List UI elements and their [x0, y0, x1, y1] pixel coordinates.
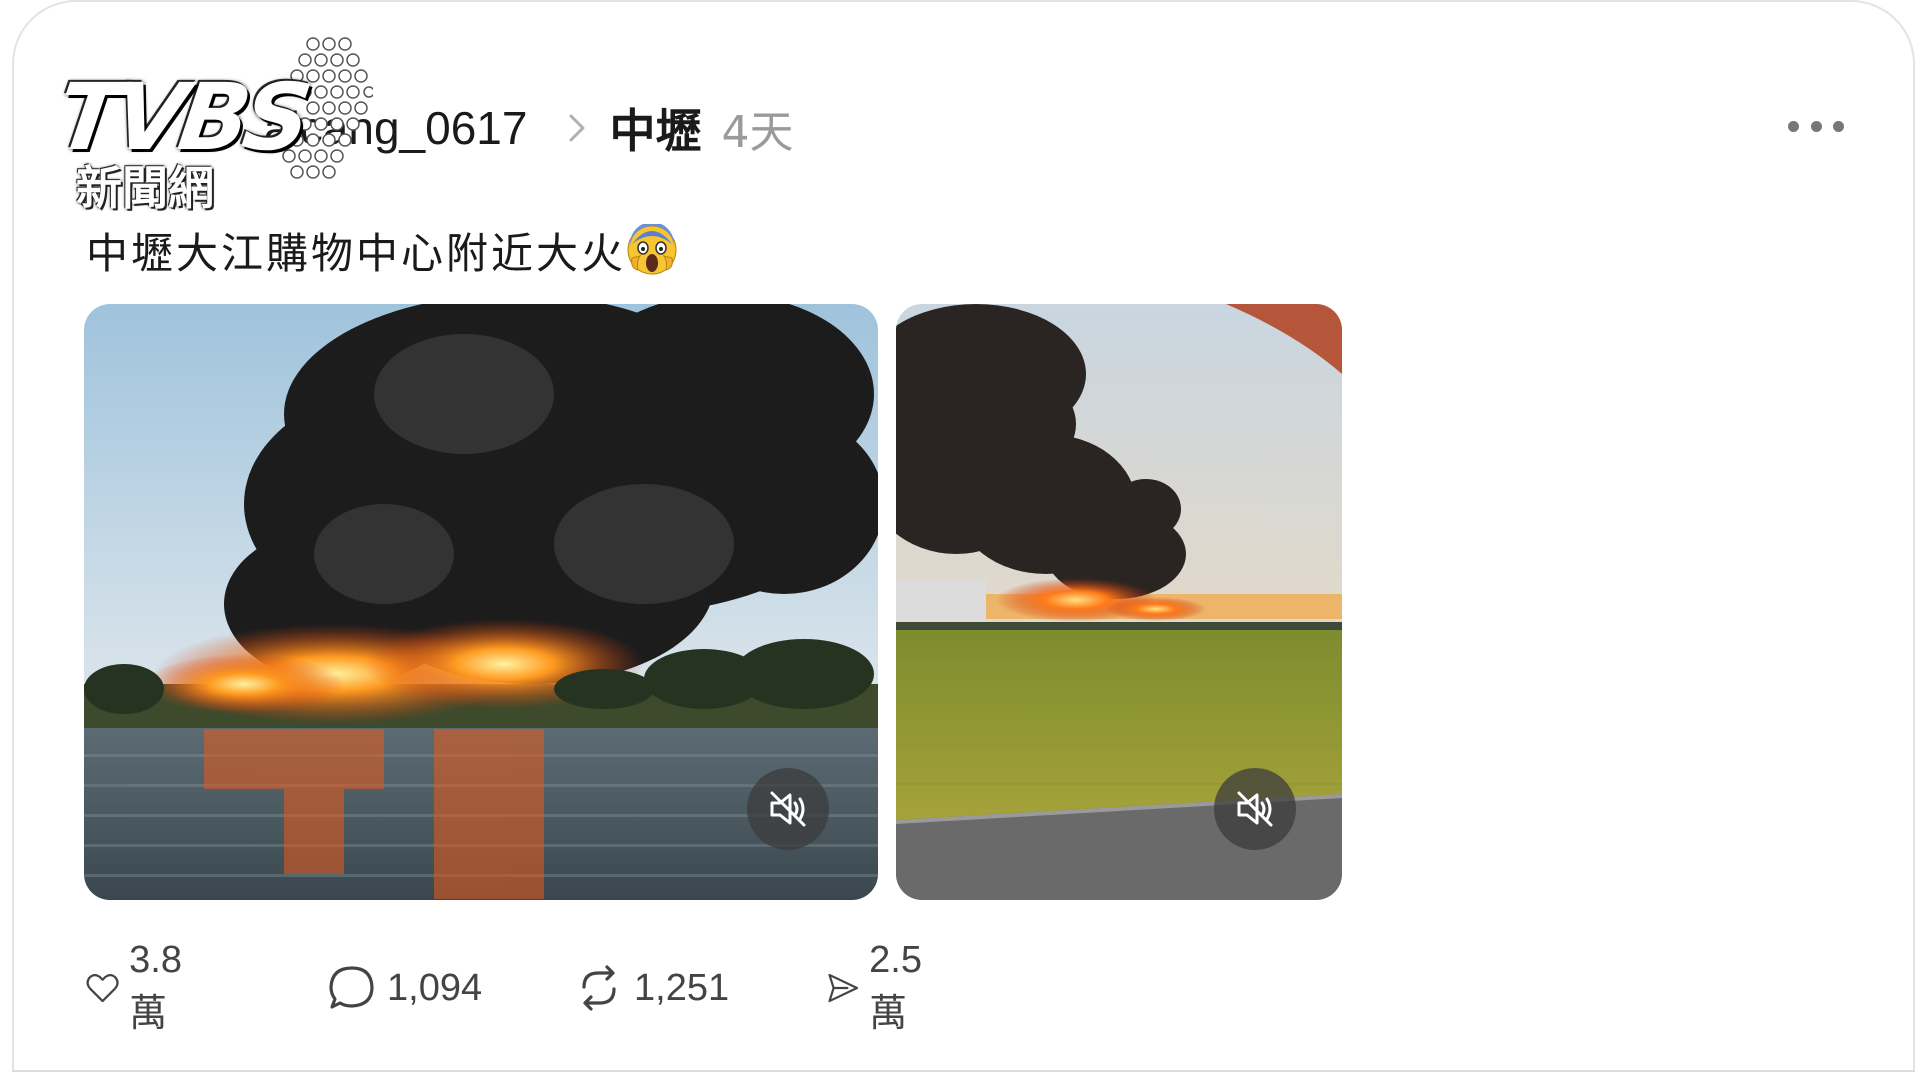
heart-icon	[86, 974, 119, 1003]
divider	[12, 1070, 1915, 1072]
location-tag[interactable]: 中壢	[609, 95, 701, 161]
speaker-muted-icon	[770, 791, 806, 827]
video-thumbnail-2[interactable]	[896, 304, 1342, 900]
video-thumbnail-1[interactable]	[84, 304, 878, 900]
repost-icon	[582, 965, 616, 1011]
share-count: 2.5 萬	[869, 939, 922, 1035]
mute-toggle-button[interactable]	[747, 768, 829, 850]
comment-bubble-icon	[329, 966, 374, 1009]
dot	[1788, 120, 1799, 132]
share-button[interactable]: 2.5 萬	[824, 939, 939, 1035]
post-time: 4天	[721, 107, 794, 158]
repost-button[interactable]: 1,251	[572, 958, 729, 1018]
more-options-button[interactable]	[1788, 116, 1844, 136]
like-count: 3.8 萬	[129, 939, 182, 1035]
scream-emoji-icon	[627, 224, 677, 275]
reply-count: 1,094	[387, 966, 483, 1009]
post-text: 中壢大江購物中心附近大火	[86, 220, 678, 281]
watermark-subtitle: 新聞網	[76, 161, 214, 215]
tvbs-watermark: TVBS 新聞網	[50, 34, 378, 215]
chevron-right-icon	[569, 114, 585, 142]
like-button[interactable]: 3.8 萬	[84, 939, 199, 1035]
send-icon	[828, 973, 859, 1003]
dot	[1833, 120, 1844, 132]
speaker-muted-icon	[1237, 791, 1273, 827]
dot	[1810, 120, 1822, 132]
reply-button[interactable]: 1,094	[325, 958, 482, 1018]
repost-count: 1,251	[634, 966, 730, 1009]
post-caption: 中壢大江購物中心附近大火	[86, 229, 627, 278]
mute-toggle-button[interactable]	[1214, 768, 1296, 850]
